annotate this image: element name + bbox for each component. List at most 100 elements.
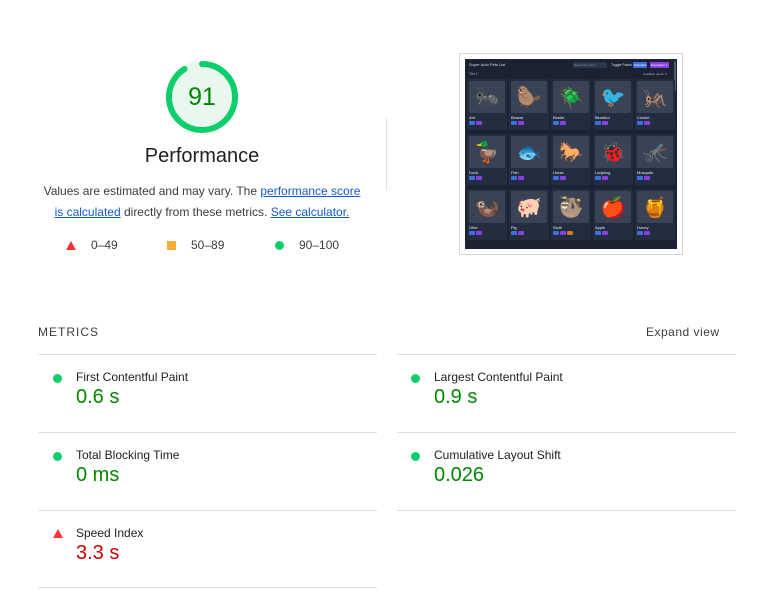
pet-card: 🍯 Honey — [635, 189, 675, 240]
legend-item-pass: 90–100 — [275, 238, 339, 252]
pet-name: Ant — [469, 115, 476, 120]
performance-score: 91 — [188, 83, 216, 111]
metric-label: First Contentful Paint — [76, 370, 189, 384]
screenshot-content: Super Auto Pets List Search by name Togg… — [465, 59, 677, 249]
divider — [38, 354, 377, 355]
pet-tag — [511, 121, 517, 125]
pet-name: Honey — [637, 225, 649, 230]
pet-card: 🐟 Fish — [509, 134, 549, 185]
pet-card: 🐦 Bluebird — [593, 79, 633, 130]
divider — [397, 510, 736, 511]
green-circle-icon — [411, 452, 420, 461]
pet-image: 🦟 — [637, 136, 673, 168]
legend-range: 50–89 — [191, 238, 225, 252]
pet-image: 🍎 — [595, 191, 631, 223]
performance-gauge: 91 — [165, 60, 239, 134]
pet-image: 🐦 — [595, 81, 631, 113]
description-middle: directly from these metrics. — [120, 205, 271, 219]
pet-tag — [469, 176, 475, 180]
pet-tags — [595, 176, 609, 180]
screenshot-toggle-label: Toggle Packs — [611, 63, 632, 67]
pet-tag — [595, 121, 601, 125]
pet-name: Apple — [595, 225, 606, 230]
pet-tags — [595, 121, 609, 125]
pet-tag — [511, 176, 517, 180]
divider — [38, 432, 377, 433]
pet-tag — [637, 121, 643, 125]
legend-range: 0–49 — [91, 238, 118, 252]
pet-name: Fish — [511, 170, 519, 175]
pet-tag — [518, 231, 524, 235]
screenshot-available-label: Available packs: 2 — [643, 72, 668, 76]
pet-tag — [560, 121, 566, 125]
pet-tags — [469, 176, 483, 180]
pet-tags — [637, 176, 651, 180]
metric-value: 0.026 — [434, 464, 485, 486]
pet-image: 🐎 — [553, 136, 589, 168]
pet-tag — [511, 231, 517, 235]
divider — [38, 510, 377, 511]
pet-tag — [469, 121, 475, 125]
pet-tags — [553, 176, 567, 180]
pet-card: 🦆 Duck — [467, 134, 507, 185]
pet-card: 🐖 Pig — [509, 189, 549, 240]
pet-card: 🦗 Cricket — [635, 79, 675, 130]
pet-image: 🐟 — [511, 136, 547, 168]
pet-tags — [637, 231, 651, 235]
pet-name: Otter — [469, 225, 478, 230]
pet-tags — [469, 121, 483, 125]
metric-label: Speed Index — [76, 526, 144, 540]
pet-tags — [469, 231, 483, 235]
pet-name: Ladybug — [595, 170, 611, 175]
pet-name: Sloth — [553, 225, 563, 230]
pet-tag — [602, 231, 608, 235]
pet-tag — [553, 121, 559, 125]
pet-card: 🐜 Ant — [467, 79, 507, 130]
pet-tag — [637, 231, 643, 235]
pet-image: 🦫 — [511, 81, 547, 113]
pet-card: 🐎 Horse — [551, 134, 591, 185]
screenshot-search-input: Search by name — [573, 62, 607, 68]
pet-name: Bluebird — [595, 115, 610, 120]
pet-tags — [553, 231, 574, 235]
performance-title: Performance — [144, 145, 260, 167]
pet-card: 🍎 Apple — [593, 189, 633, 240]
divider — [38, 587, 377, 588]
pet-card: 🦟 Mosquito — [635, 134, 675, 185]
pet-tag — [595, 231, 601, 235]
vertical-divider — [386, 118, 387, 190]
see-calculator-link[interactable]: See calculator. — [271, 205, 350, 219]
metric-label: Total Blocking Time — [76, 448, 180, 462]
pet-tag — [469, 231, 475, 235]
metric-value: 0.6 s — [76, 386, 120, 408]
pet-tag — [560, 231, 566, 235]
expand-view-toggle[interactable]: Expand view — [646, 325, 720, 339]
description-prefix: Values are estimated and may vary. The — [43, 184, 261, 198]
screenshot-expansion-button: Expansion 1 — [650, 62, 669, 68]
pet-tags — [511, 121, 525, 125]
metric-value: 0 ms — [76, 464, 120, 486]
pet-tag — [476, 121, 482, 125]
pet-image: 🍯 — [637, 191, 673, 223]
pet-tag — [553, 176, 559, 180]
pet-name: Beaver — [511, 115, 524, 120]
pet-tag — [560, 176, 566, 180]
pet-tag — [644, 121, 650, 125]
pet-image: 🦥 — [553, 191, 589, 223]
legend-item-average: 50–89 — [167, 238, 224, 252]
pet-tag — [553, 231, 559, 235]
red-triangle-icon — [53, 529, 63, 538]
green-circle-icon — [53, 374, 62, 383]
pet-card: 🦫 Beaver — [509, 79, 549, 130]
pet-image: 🐜 — [469, 81, 505, 113]
orange-square-icon — [167, 240, 176, 250]
pet-tags — [511, 176, 525, 180]
pet-tags — [637, 121, 651, 125]
metric-value: 3.3 s — [76, 542, 120, 564]
pet-tag — [602, 121, 608, 125]
pet-image: 🦗 — [637, 81, 673, 113]
divider — [397, 354, 736, 355]
pet-tag — [644, 231, 650, 235]
final-screenshot[interactable]: Super Auto Pets List Search by name Togg… — [459, 53, 683, 255]
screenshot-title: Super Auto Pets List — [469, 62, 506, 67]
